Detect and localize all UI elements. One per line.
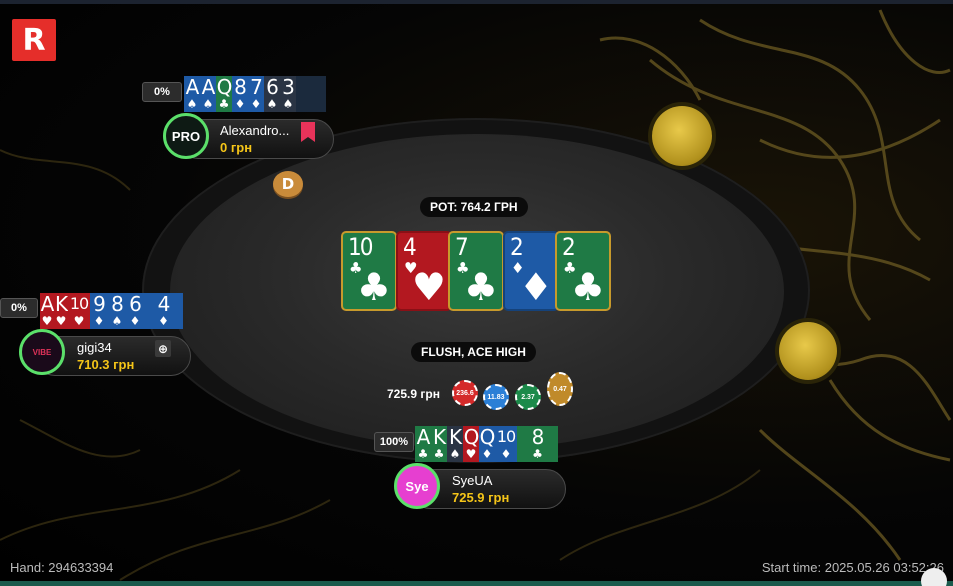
chip-amount: 725.9 грн: [387, 387, 440, 401]
chip-blue: 11.83: [483, 384, 509, 410]
mini-card: K ♣: [431, 425, 447, 462]
poker-table-view: R D POT: 764.2 ГРН 10 ♣ ♣ 4 ♥ ♥ 7 ♣ ♣ 2 …: [0, 0, 953, 586]
board-card: 4 ♥ ♥: [396, 231, 452, 311]
mini-card: 7 ♦: [248, 76, 264, 112]
replay-progress-bar[interactable]: [0, 581, 953, 586]
player-name: SyeUA: [452, 473, 493, 488]
pot-label: POT: 764.2 ГРН: [420, 197, 528, 217]
mini-card: K ♠: [447, 425, 463, 462]
equity-badge: 0%: [142, 82, 182, 102]
mini-card: Q ♥: [463, 425, 479, 462]
mini-card: 4 ♦: [144, 293, 183, 329]
mini-card: 8 ♠: [108, 293, 126, 329]
mini-card: K ♥: [54, 292, 68, 329]
mini-card: A ♠: [200, 75, 216, 112]
player-stack: 725.9 грн: [452, 490, 510, 505]
hand-result-label: FLUSH, ACE HIGH: [411, 342, 536, 362]
bookmark-icon[interactable]: [301, 122, 315, 142]
start-time: Start time: 2025.05.26 03:52:26: [761, 560, 944, 575]
player-stack: 710.3 грн: [77, 357, 135, 372]
equity-badge: 0%: [0, 298, 38, 318]
chip-value: 2.37: [521, 393, 535, 401]
empty-seat-top-right[interactable]: [652, 106, 712, 166]
player-hand: A ♠ A ♠ Q ♣ 8 ♦ 7 ♦ 6 ♠ 3 ♠: [184, 76, 326, 112]
board-card: 10 ♣ ♣: [341, 231, 397, 311]
player-name: gigi34: [77, 340, 112, 355]
mini-card: 8 ♦: [232, 76, 248, 112]
mini-card: 3 ♠: [280, 76, 296, 112]
heart-icon: ♥: [411, 265, 446, 309]
chip-red: 236.6: [452, 380, 478, 406]
mini-card: 6 ♠: [264, 76, 280, 112]
board-card: 2 ♣ ♣: [555, 231, 611, 311]
equity-badge: 100%: [374, 432, 414, 452]
avatar: PRO: [163, 113, 209, 159]
club-icon: ♣: [570, 265, 605, 309]
club-icon: ♣: [463, 265, 498, 309]
mini-card: 10 ♥: [68, 293, 90, 329]
mini-card: 9 ♦: [90, 293, 108, 329]
mini-card: A ♣: [415, 425, 431, 462]
card-rank: 7: [455, 233, 469, 261]
chip-green: 2.37: [515, 384, 541, 410]
mini-card: Q ♣: [216, 75, 232, 112]
hand-id: Hand: 294633394: [10, 560, 114, 575]
card-rank: 2: [510, 233, 524, 261]
board-card: 7 ♣ ♣: [448, 231, 504, 311]
chip-gold: 0.47: [547, 372, 573, 406]
player-stack: 0 грн: [220, 140, 253, 155]
board-card: 2 ♦ ♦: [503, 231, 559, 311]
card-rank: 4: [403, 233, 417, 261]
dealer-button: D: [273, 171, 303, 197]
player-hand: A ♣ K ♣ K ♠ Q ♥ Q ♦ 10 ♦ 8 ♣: [415, 426, 558, 462]
mini-card: 8 ♣: [517, 426, 558, 462]
avatar: VIBE: [19, 329, 65, 375]
mini-card: A ♠: [184, 75, 200, 112]
brand-logo: R: [12, 19, 56, 61]
chip-value: 236.6: [456, 389, 474, 397]
mini-card: Q ♦: [479, 425, 495, 462]
mini-card: 6 ♦: [126, 293, 144, 329]
card-rank: 10: [348, 233, 374, 261]
mini-card: A ♥: [40, 292, 54, 329]
club-icon: ♣: [356, 265, 391, 309]
chip-value: 11.83: [487, 393, 505, 401]
mini-card: 10 ♦: [495, 426, 517, 462]
card-rank: 2: [562, 233, 576, 261]
player-name: Alexandro...: [220, 123, 290, 138]
player-hand: A ♥ K ♥ 10 ♥ 9 ♦ 8 ♠ 6 ♦ 4 ♦: [40, 293, 183, 329]
add-note-icon[interactable]: ⊕: [155, 340, 171, 357]
avatar: Sye: [394, 463, 440, 509]
diamond-icon: ♦: [518, 265, 553, 309]
chip-value: 0.47: [553, 385, 567, 393]
empty-seat-right[interactable]: [779, 322, 837, 380]
